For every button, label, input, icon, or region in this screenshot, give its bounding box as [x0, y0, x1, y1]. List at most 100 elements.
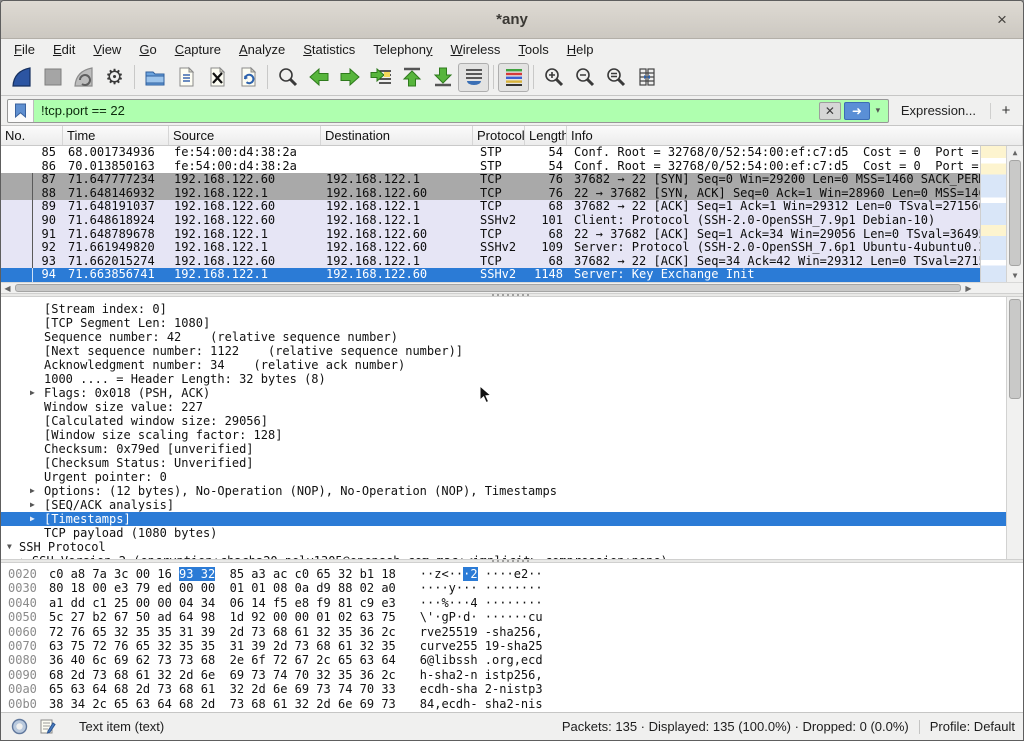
capture-options-button[interactable]: ⚙ [99, 63, 130, 92]
hex-bytes[interactable]: 65 63 64 68 2d 73 68 61 32 2d 6e 69 73 7… [49, 682, 396, 696]
go-to-packet-button[interactable] [365, 63, 396, 92]
expression-button[interactable]: Expression... [901, 103, 976, 118]
packet-row[interactable]: 8871.648146932192.168.122.1192.168.122.6… [1, 187, 980, 201]
hex-row[interactable]: 00b038 34 2c 65 63 64 68 2d 73 68 61 32 … [1, 697, 1023, 711]
packet-row[interactable]: 9471.663856741192.168.122.1192.168.122.6… [1, 268, 980, 282]
detail-line[interactable]: [Stream index: 0] [1, 302, 1006, 316]
hscrollbar-thumb[interactable] [15, 284, 961, 292]
menu-help[interactable]: Help [558, 41, 603, 58]
packet-row[interactable]: 9271.661949820192.168.122.1192.168.122.6… [1, 241, 980, 255]
column-header-time[interactable]: Time [63, 126, 169, 145]
packet-row[interactable]: 8568.001734936fe:54:00:d4:38:2aSTP54Conf… [1, 146, 980, 160]
hex-bytes[interactable]: 72 76 65 32 35 35 31 39 2d 73 68 61 32 3… [49, 625, 396, 639]
capture-comment-button[interactable] [37, 717, 57, 737]
filter-apply-button[interactable]: ➜ [844, 102, 870, 120]
detail-line[interactable]: Sequence number: 42 (relative sequence n… [1, 330, 1006, 344]
vscrollbar-thumb[interactable] [1009, 160, 1021, 266]
scroll-down-icon[interactable]: ▼ [1007, 269, 1023, 282]
open-file-button[interactable] [139, 63, 170, 92]
detail-line[interactable]: [Window size scaling factor: 128] [1, 428, 1006, 442]
detail-line[interactable]: TCP payload (1080 bytes) [1, 526, 1006, 540]
hex-row[interactable]: 003080 18 00 e3 79 ed 00 00 01 01 08 0a … [1, 581, 1023, 595]
detail-line[interactable]: Window size value: 227 [1, 400, 1006, 414]
column-header-length[interactable]: Length [525, 126, 567, 145]
packet-row[interactable]: 8771.647777234192.168.122.60192.168.122.… [1, 173, 980, 187]
hex-row[interactable]: 007063 75 72 76 65 32 35 35 31 39 2d 73 … [1, 639, 1023, 653]
expanded-arrow-icon[interactable]: ▼ [7, 540, 12, 554]
collapsed-arrow-icon[interactable]: ▶ [21, 554, 26, 559]
zoom-reset-button[interactable] [600, 63, 631, 92]
colorize-toggle[interactable] [498, 63, 529, 92]
filter-input[interactable]: !tcp.port == 22 [34, 103, 819, 118]
scroll-up-icon[interactable]: ▲ [1007, 146, 1023, 159]
hex-ascii[interactable]: ··z<···2 ····e2·· [420, 567, 543, 581]
go-forward-button[interactable] [334, 63, 365, 92]
zoom-in-button[interactable] [538, 63, 569, 92]
detail-line[interactable]: [Next sequence number: 1122 (relative se… [1, 344, 1006, 358]
hex-ascii[interactable]: \'·gP·d· ······cu [420, 610, 543, 624]
detail-line[interactable]: ▼SSH Protocol [1, 540, 1006, 554]
details-vscrollbar[interactable] [1006, 297, 1023, 559]
detail-line[interactable]: Checksum: 0x79ed [unverified] [1, 442, 1006, 456]
filter-dropdown-button[interactable]: ▾ [871, 102, 885, 120]
stop-capture-button[interactable] [37, 63, 68, 92]
hex-bytes[interactable]: 68 2d 73 68 61 32 2d 6e 69 73 74 70 32 3… [49, 668, 396, 682]
find-packet-button[interactable] [272, 63, 303, 92]
hex-row[interactable]: 006072 76 65 32 35 35 31 39 2d 73 68 61 … [1, 625, 1023, 639]
add-filter-button[interactable]: + [995, 101, 1017, 121]
detail-line[interactable]: ▶Flags: 0x018 (PSH, ACK) [1, 386, 1006, 400]
menu-tools[interactable]: Tools [509, 41, 557, 58]
hex-ascii[interactable]: 6@libssh .org,ecd [420, 653, 543, 667]
hex-bytes[interactable]: 80 18 00 e3 79 ed 00 00 01 01 08 0a d9 8… [49, 581, 396, 595]
expert-info-button[interactable] [9, 717, 29, 737]
hex-bytes[interactable]: 63 75 72 76 65 32 35 35 31 39 2d 73 68 6… [49, 639, 396, 653]
packet-list-hscrollbar[interactable]: ◀ ▶ [1, 282, 1023, 293]
menu-edit[interactable]: Edit [44, 41, 84, 58]
hex-bytes[interactable]: 36 40 6c 69 62 73 73 68 2e 6f 72 67 2c 6… [49, 653, 396, 667]
column-header-destination[interactable]: Destination [321, 126, 473, 145]
hex-bytes[interactable]: c0 a8 7a 3c 00 16 93 32 85 a3 ac c0 65 3… [49, 567, 396, 581]
detail-line[interactable]: ▶SSH Version 2 (encryption:chacha20-poly… [1, 554, 1006, 559]
hex-row[interactable]: 0040a1 dd c1 25 00 00 04 34 06 14 f5 e8 … [1, 596, 1023, 610]
collapsed-arrow-icon[interactable]: ▶ [30, 498, 35, 512]
collapsed-arrow-icon[interactable]: ▶ [30, 484, 35, 498]
hex-row[interactable]: 009068 2d 73 68 61 32 2d 6e 69 73 74 70 … [1, 668, 1023, 682]
detail-line[interactable]: 1000 .... = Header Length: 32 bytes (8) [1, 372, 1006, 386]
scroll-left-icon[interactable]: ◀ [1, 283, 14, 293]
column-header-source[interactable]: Source [169, 126, 321, 145]
detail-line[interactable]: ▶[SEQ/ACK analysis] [1, 498, 1006, 512]
zoom-out-button[interactable] [569, 63, 600, 92]
hex-bytes[interactable]: a1 dd c1 25 00 00 04 34 06 14 f5 e8 f9 8… [49, 596, 396, 610]
close-file-button[interactable] [201, 63, 232, 92]
detail-line[interactable]: [Checksum Status: Unverified] [1, 456, 1006, 470]
hex-ascii[interactable]: rve25519 -sha256, [420, 625, 543, 639]
menu-view[interactable]: View [84, 41, 130, 58]
hex-row[interactable]: 0020c0 a8 7a 3c 00 16 93 32 85 a3 ac c0 … [1, 567, 1023, 581]
profile-status[interactable]: Profile: Default [930, 719, 1015, 734]
menu-go[interactable]: Go [130, 41, 165, 58]
close-icon[interactable]: × [991, 9, 1013, 31]
packet-row[interactable]: 8670.013850163fe:54:00:d4:38:2aSTP54Conf… [1, 160, 980, 174]
filter-bookmark-button[interactable] [8, 100, 34, 122]
menu-wireless[interactable]: Wireless [442, 41, 510, 58]
hex-ascii[interactable]: ecdh-sha 2-nistp3 [420, 682, 543, 696]
detail-line[interactable]: ▶[Timestamps] [1, 512, 1006, 526]
detail-line[interactable]: Urgent pointer: 0 [1, 470, 1006, 484]
packet-list-vscrollbar[interactable]: ▲ ▼ [1006, 146, 1023, 282]
hex-row[interactable]: 00a065 63 64 68 2d 73 68 61 32 2d 6e 69 … [1, 682, 1023, 696]
column-header-no[interactable]: No. [1, 126, 63, 145]
go-to-top-button[interactable] [396, 63, 427, 92]
packet-row[interactable]: 9171.648789678192.168.122.1192.168.122.6… [1, 228, 980, 242]
packet-row[interactable]: 9371.662015274192.168.122.60192.168.122.… [1, 255, 980, 269]
reload-file-button[interactable] [232, 63, 263, 92]
go-back-button[interactable] [303, 63, 334, 92]
save-file-button[interactable] [170, 63, 201, 92]
start-capture-button[interactable] [6, 63, 37, 92]
resize-columns-button[interactable] [631, 63, 662, 92]
auto-scroll-toggle[interactable] [458, 63, 489, 92]
filter-clear-button[interactable]: ✕ [819, 102, 841, 120]
packet-row[interactable]: 9071.648618924192.168.122.60192.168.122.… [1, 214, 980, 228]
detail-line[interactable]: [TCP Segment Len: 1080] [1, 316, 1006, 330]
hex-bytes[interactable]: 38 34 2c 65 63 64 68 2d 73 68 61 32 2d 6… [49, 697, 396, 711]
hex-ascii[interactable]: ···%···4 ········ [420, 596, 543, 610]
